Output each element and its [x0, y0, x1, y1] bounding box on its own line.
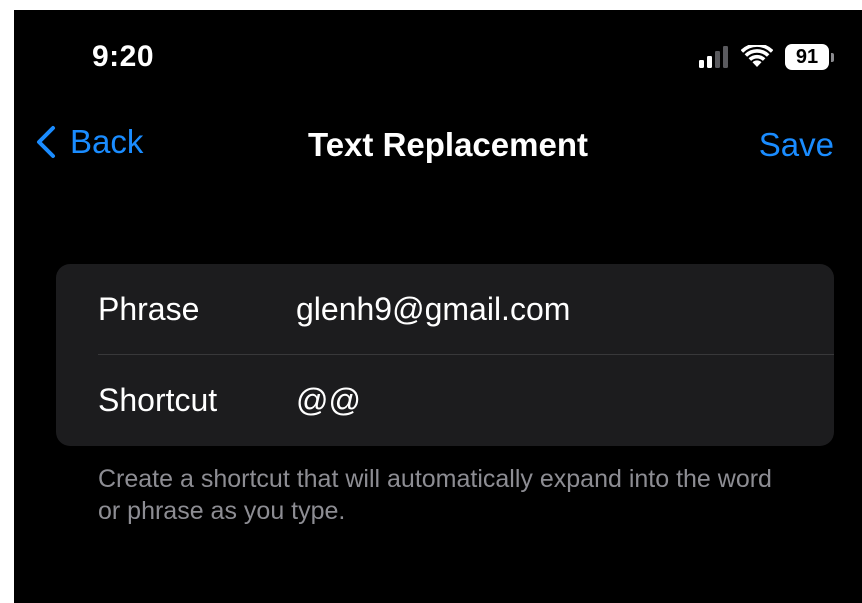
status-indicators: 91: [699, 42, 834, 72]
battery-cap: [831, 52, 834, 62]
phrase-row: Phrase: [56, 264, 834, 354]
battery-level: 91: [785, 44, 829, 70]
page-title: Text Replacement: [308, 126, 588, 163]
status-time: 9:20: [92, 40, 155, 73]
shortcut-input[interactable]: [296, 381, 814, 419]
shortcut-label: Shortcut: [98, 381, 218, 418]
phrase-label: Phrase: [98, 290, 200, 327]
phone-screen: 9:20 91 Back Text Replacement Save Phras…: [14, 10, 862, 603]
help-text: Create a shortcut that will automaticall…: [98, 465, 772, 525]
text-replacement-form: Phrase Shortcut: [56, 264, 834, 446]
phrase-input[interactable]: [296, 290, 814, 328]
save-button[interactable]: Save: [759, 126, 834, 164]
shortcut-row: Shortcut: [56, 355, 834, 445]
cellular-signal-icon: [699, 46, 728, 68]
battery-indicator: 91: [785, 44, 834, 70]
wifi-icon: [741, 45, 773, 67]
